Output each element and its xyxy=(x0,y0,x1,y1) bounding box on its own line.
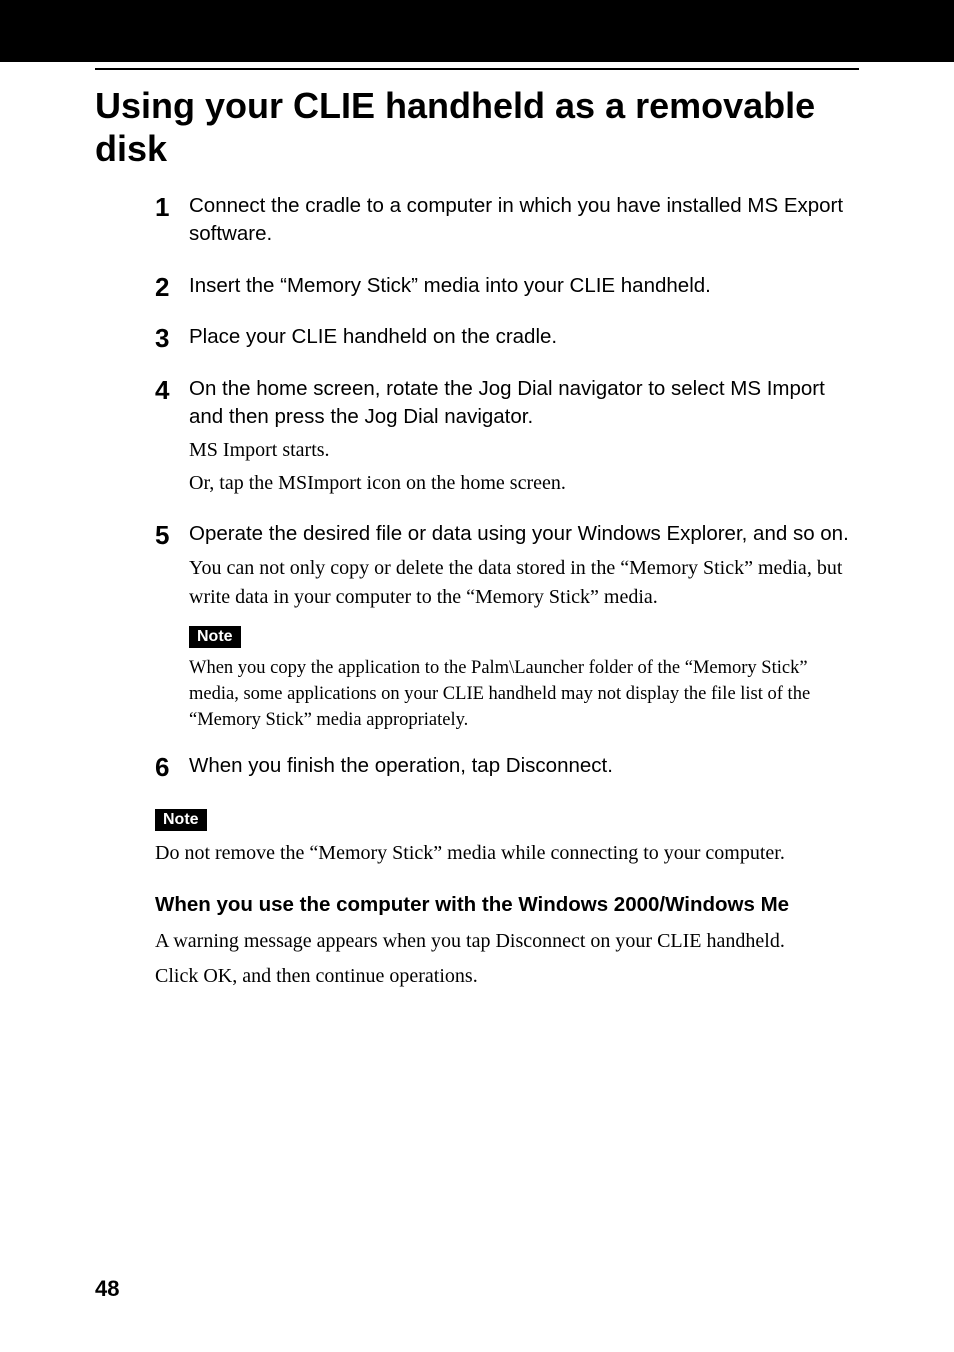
outer-note: Note Do not remove the “Memory Stick” me… xyxy=(155,799,859,867)
horizontal-rule xyxy=(95,68,859,70)
step-body: Operate the desired file or data using y… xyxy=(189,520,859,733)
step-instruction: Insert the “Memory Stick” media into you… xyxy=(189,272,859,300)
sub-heading: When you use the computer with the Windo… xyxy=(155,891,859,919)
step-number: 3 xyxy=(155,323,189,357)
step-number: 4 xyxy=(155,375,189,502)
step-body: Connect the cradle to a computer in whic… xyxy=(189,192,859,253)
page-content: Using your CLIE handheld as a removable … xyxy=(0,84,954,991)
step-3: 3 Place your CLIE handheld on the cradle… xyxy=(155,323,859,357)
step-body: On the home screen, rotate the Jog Dial … xyxy=(189,375,859,502)
note-badge: Note xyxy=(155,809,207,831)
sub-paragraph: Click OK, and then continue operations. xyxy=(155,962,859,991)
page-title: Using your CLIE handheld as a removable … xyxy=(95,84,859,170)
header-black-bar xyxy=(0,0,954,62)
step-2: 2 Insert the “Memory Stick” media into y… xyxy=(155,272,859,306)
page-number: 48 xyxy=(95,1276,119,1302)
step-instruction: Connect the cradle to a computer in whic… xyxy=(189,192,859,247)
step-subtext: You can not only copy or delete the data… xyxy=(189,554,859,612)
step-6: 6 When you finish the operation, tap Dis… xyxy=(155,752,859,786)
sub-paragraph: A warning message appears when you tap D… xyxy=(155,927,859,956)
step-subtext: MS Import starts. xyxy=(189,436,859,465)
step-number: 6 xyxy=(155,752,189,786)
step-1: 1 Connect the cradle to a computer in wh… xyxy=(155,192,859,253)
step-instruction: Operate the desired file or data using y… xyxy=(189,520,859,548)
step-body: Insert the “Memory Stick” media into you… xyxy=(189,272,859,306)
step-5: 5 Operate the desired file or data using… xyxy=(155,520,859,733)
step-subtext: Or, tap the MSImport icon on the home sc… xyxy=(189,469,859,498)
step-instruction: When you finish the operation, tap Disco… xyxy=(189,752,859,780)
note-text: When you copy the application to the Pal… xyxy=(189,656,859,734)
step-body: Place your CLIE handheld on the cradle. xyxy=(189,323,859,357)
step-number: 1 xyxy=(155,192,189,253)
step-4: 4 On the home screen, rotate the Jog Dia… xyxy=(155,375,859,502)
step-number: 5 xyxy=(155,520,189,733)
step-instruction: On the home screen, rotate the Jog Dial … xyxy=(189,375,859,430)
step-body: When you finish the operation, tap Disco… xyxy=(189,752,859,786)
step-instruction: Place your CLIE handheld on the cradle. xyxy=(189,323,859,351)
note-badge: Note xyxy=(189,626,241,648)
note-text: Do not remove the “Memory Stick” media w… xyxy=(155,839,859,867)
subsection-windows: When you use the computer with the Windo… xyxy=(155,891,859,991)
step-number: 2 xyxy=(155,272,189,306)
steps-list: 1 Connect the cradle to a computer in wh… xyxy=(155,192,859,785)
